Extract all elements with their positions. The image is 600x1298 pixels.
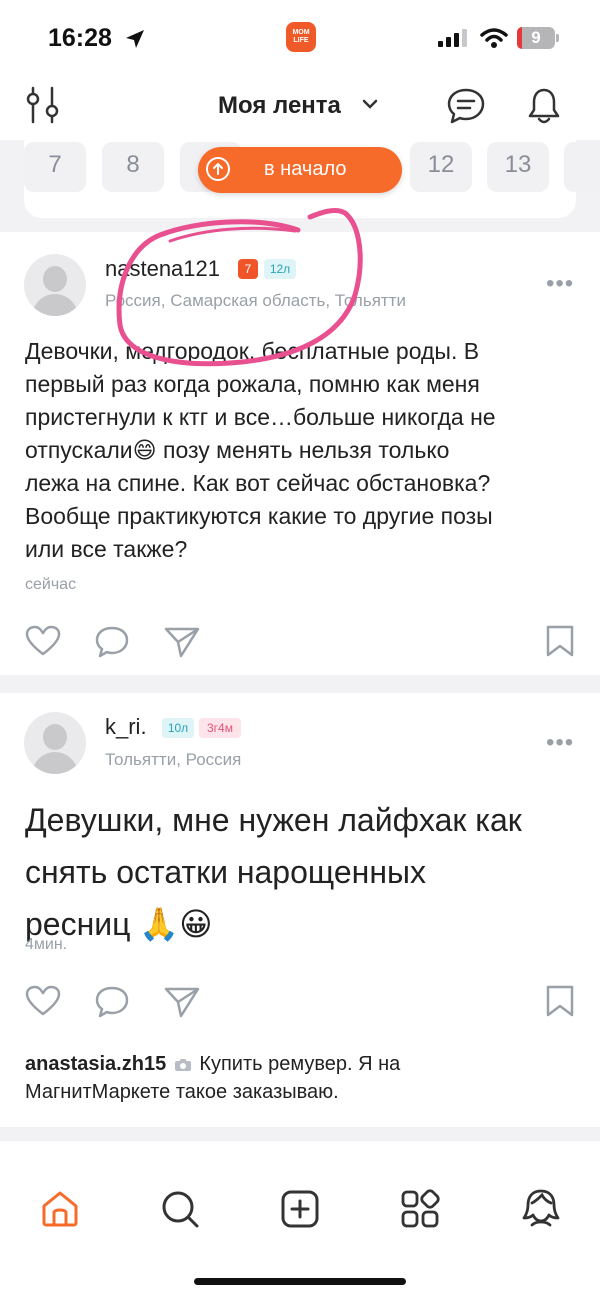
post-text-line: лежа на спине. Как вот сейчас обстановка… [25, 470, 491, 496]
comment-icon[interactable] [94, 625, 130, 659]
profile-icon[interactable] [520, 1187, 562, 1229]
go-top-label: в начало [264, 158, 347, 180]
feed-title[interactable]: Моя лента [218, 92, 341, 120]
comment-icon[interactable] [94, 985, 130, 1019]
battery-level [517, 27, 522, 49]
comment-text: Купить ремувер. Я на [199, 1053, 401, 1075]
signal-icon [438, 29, 467, 47]
post-text-line: отпускали😄 позу менять нельзя только [25, 437, 450, 463]
app-logo-icon: MOM LIFE [286, 22, 316, 52]
camera-icon [174, 1058, 191, 1071]
calendar-day-partial[interactable] [564, 142, 600, 192]
services-icon[interactable] [400, 1189, 440, 1229]
arrow-up-icon [206, 157, 230, 181]
add-icon[interactable] [280, 1189, 320, 1229]
like-icon[interactable] [25, 625, 61, 657]
more-options-icon[interactable]: ••• [546, 729, 574, 757]
post-text-line: пристегнули к ктг и все…больше никогда н… [25, 404, 496, 430]
home-indicator [194, 1278, 406, 1285]
battery-icon: 9 [517, 27, 555, 49]
post-username[interactable]: k_ri. [105, 714, 147, 740]
search-icon[interactable] [160, 1189, 200, 1229]
location-arrow-icon [126, 30, 144, 48]
go-top-button[interactable]: в начало [198, 147, 402, 193]
avatar[interactable] [24, 712, 86, 774]
comment-text: МагнитМаркете такое заказываю. [25, 1081, 339, 1103]
calendar-day[interactable]: 12 [410, 142, 472, 192]
wifi-icon [480, 28, 508, 48]
chat-icon[interactable] [446, 87, 486, 125]
like-icon[interactable] [25, 985, 61, 1017]
child-age-badge: 10л [162, 718, 194, 738]
calendar-day[interactable]: 7 [24, 142, 86, 192]
battery-tip [556, 34, 559, 42]
bookmark-icon[interactable] [545, 984, 575, 1018]
scribble-annotation [116, 208, 363, 367]
comment-preview[interactable]: anastasia.zh15 Купить ремувер. Я на Магн… [25, 1050, 585, 1106]
post-text-line: снять остатки нарощенных [25, 854, 426, 890]
chevron-down-icon[interactable] [362, 98, 378, 110]
filter-icon[interactable] [26, 86, 60, 124]
comment-author[interactable]: anastasia.zh15 [25, 1053, 166, 1075]
post-text-line: Девушки, мне нужен лайфхак как [25, 802, 522, 838]
calendar-day[interactable]: 8 [102, 142, 164, 192]
bookmark-icon[interactable] [545, 624, 575, 658]
avatar[interactable] [24, 254, 86, 316]
post-text-line: или все также? [25, 536, 188, 562]
child-age-badge: 3г4м [199, 718, 241, 738]
home-icon[interactable] [40, 1189, 80, 1229]
share-icon[interactable] [163, 985, 201, 1019]
post-divider [0, 675, 600, 693]
calendar-day[interactable]: 13 [487, 142, 549, 192]
post-text[interactable]: Девушки, мне нужен лайфхак как снять ост… [25, 794, 595, 950]
share-icon[interactable] [163, 625, 201, 659]
post-time: 4мин. [25, 936, 68, 953]
post-text-line: ресниц 🙏😀 [25, 906, 213, 942]
more-options-icon[interactable]: ••• [546, 270, 574, 298]
post-location: Тольятти, Россия [105, 750, 242, 769]
bell-icon[interactable] [526, 86, 562, 126]
post-time: сейчас [25, 576, 77, 593]
post-text-line: Вообще практикуются какие то другие позы [25, 503, 493, 529]
status-time: 16:28 [48, 24, 112, 52]
